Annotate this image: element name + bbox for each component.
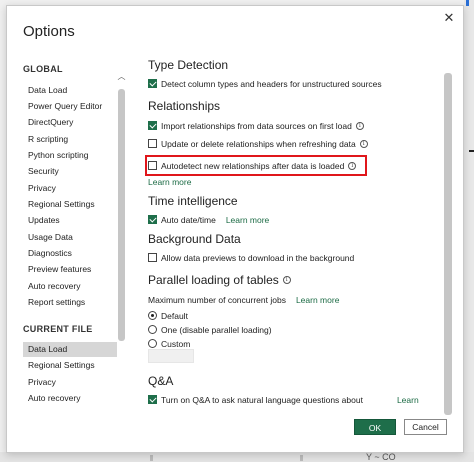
sidebar-item-data-load[interactable]: Data Load (23, 83, 115, 98)
max-concurrent-jobs-row: Maximum number of concurrent jobs Learn … (148, 293, 339, 306)
sidebar-item-usage-data[interactable]: Usage Data (23, 230, 115, 245)
sidebar-scrollbar[interactable]: ︿ (117, 72, 126, 344)
radio-one-label: One (disable parallel loading) (161, 324, 272, 335)
section-title-parallel-loading: Parallel loading of tables i (148, 273, 291, 287)
update-relationships-checkbox[interactable] (148, 139, 157, 148)
import-relationships-label: Import relationships from data sources o… (161, 120, 352, 131)
import-relationships-checkbox[interactable] (148, 121, 157, 130)
sidebar-item-preview-features[interactable]: Preview features (23, 262, 115, 277)
sidebar-item-python-scripting[interactable]: Python scripting (23, 148, 115, 163)
allow-data-previews-row[interactable]: Allow data previews to download in the b… (148, 251, 354, 264)
background-mark (469, 150, 474, 152)
cancel-button[interactable]: Cancel (404, 419, 447, 435)
radio-one-row[interactable]: One (disable parallel loading) (148, 323, 272, 336)
content-scrollbar-thumb[interactable] (444, 73, 452, 415)
autodetect-relationships-checkbox[interactable] (148, 161, 157, 170)
turn-on-qa-row[interactable]: Turn on Q&A to ask natural language ques… (148, 393, 419, 406)
section-title-background-data: Background Data (148, 232, 241, 246)
sidebar-item-current-regional-settings[interactable]: Regional Settings (23, 358, 115, 373)
background-app-edge (464, 0, 474, 462)
autodetect-relationships-label: Autodetect new relationships after data … (161, 160, 345, 171)
sidebar-scrollbar-thumb[interactable] (118, 89, 125, 341)
options-dialog: Options ✕ GLOBAL Data Load Power Query E… (6, 5, 464, 453)
sidebar-item-updates[interactable]: Updates (23, 213, 115, 228)
sidebar-item-current-privacy[interactable]: Privacy (23, 375, 115, 390)
radio-one[interactable] (148, 325, 157, 334)
content-scrollbar[interactable] (443, 66, 453, 421)
section-title-relationships: Relationships (148, 99, 221, 113)
content-panel: Type Detection Detect column types and h… (142, 56, 442, 416)
sidebar: GLOBAL Data Load Power Query Editor Dire… (21, 64, 129, 414)
max-concurrent-jobs-label: Maximum number of concurrent jobs (148, 294, 286, 305)
detect-column-types-label: Detect column types and headers for unst… (161, 78, 382, 89)
info-icon[interactable]: i (359, 139, 368, 148)
sidebar-item-current-auto-recovery[interactable]: Auto recovery (23, 391, 115, 406)
close-icon[interactable]: ✕ (442, 11, 456, 25)
dialog-title: Options (23, 23, 75, 40)
detect-column-types-row[interactable]: Detect column types and headers for unst… (148, 77, 382, 90)
info-icon[interactable]: i (348, 161, 357, 170)
section-title-qa: Q&A (148, 374, 174, 388)
background-app-bottom: Y ~ CO (0, 452, 474, 462)
sidebar-item-directquery[interactable]: DirectQuery (23, 115, 115, 130)
sidebar-item-diagnostics[interactable]: Diagnostics (23, 246, 115, 261)
info-icon[interactable]: i (355, 121, 364, 130)
custom-jobs-input[interactable] (148, 349, 194, 363)
parallel-loading-title-text: Parallel loading of tables (148, 273, 279, 287)
qa-learn-more-link[interactable]: Learn (397, 395, 419, 405)
chevron-up-icon[interactable]: ︿ (117, 72, 126, 82)
radio-custom-label: Custom (161, 338, 191, 349)
detect-column-types-checkbox[interactable] (148, 79, 157, 88)
ok-button[interactable]: OK (354, 419, 396, 435)
allow-data-previews-label: Allow data previews to download in the b… (161, 252, 355, 263)
background-mark (466, 0, 469, 6)
group-header-global: GLOBAL (23, 64, 63, 74)
background-text: Y ~ CO (366, 452, 396, 462)
info-icon[interactable]: i (282, 276, 291, 284)
background-mark (300, 455, 303, 461)
radio-custom[interactable] (148, 339, 157, 348)
turn-on-qa-checkbox[interactable] (148, 395, 157, 404)
sidebar-item-report-settings[interactable]: Report settings (23, 295, 115, 310)
relationships-learn-more-link[interactable]: Learn more (148, 177, 191, 187)
sidebar-item-regional-settings[interactable]: Regional Settings (23, 197, 115, 212)
radio-default[interactable] (148, 311, 157, 320)
turn-on-qa-label: Turn on Q&A to ask natural language ques… (161, 394, 363, 405)
section-title-type-detection: Type Detection (148, 58, 229, 72)
allow-data-previews-checkbox[interactable] (148, 253, 157, 262)
autodetect-relationships-row[interactable]: Autodetect new relationships after data … (148, 159, 357, 172)
section-title-time-intelligence: Time intelligence (148, 194, 238, 208)
update-relationships-label: Update or delete relationships when refr… (161, 138, 356, 149)
import-relationships-row[interactable]: Import relationships from data sources o… (148, 119, 364, 132)
radio-default-label: Default (161, 310, 188, 321)
auto-datetime-checkbox[interactable] (148, 215, 157, 224)
parallel-learn-more-link[interactable]: Learn more (296, 295, 339, 305)
sidebar-item-r-scripting[interactable]: R scripting (23, 132, 115, 147)
sidebar-item-security[interactable]: Security (23, 164, 115, 179)
sidebar-item-current-data-load[interactable]: Data Load (23, 342, 117, 357)
update-relationships-row[interactable]: Update or delete relationships when refr… (148, 137, 368, 150)
group-header-current-file: CURRENT FILE (23, 324, 93, 334)
sidebar-item-privacy[interactable]: Privacy (23, 181, 115, 196)
radio-default-row[interactable]: Default (148, 309, 188, 322)
sidebar-item-auto-recovery[interactable]: Auto recovery (23, 279, 115, 294)
sidebar-item-power-query-editor[interactable]: Power Query Editor (23, 99, 115, 114)
time-intelligence-learn-more-link[interactable]: Learn more (226, 215, 269, 225)
auto-datetime-row[interactable]: Auto date/time Learn more (148, 213, 269, 226)
background-mark (150, 455, 153, 461)
auto-datetime-label: Auto date/time (161, 214, 216, 225)
